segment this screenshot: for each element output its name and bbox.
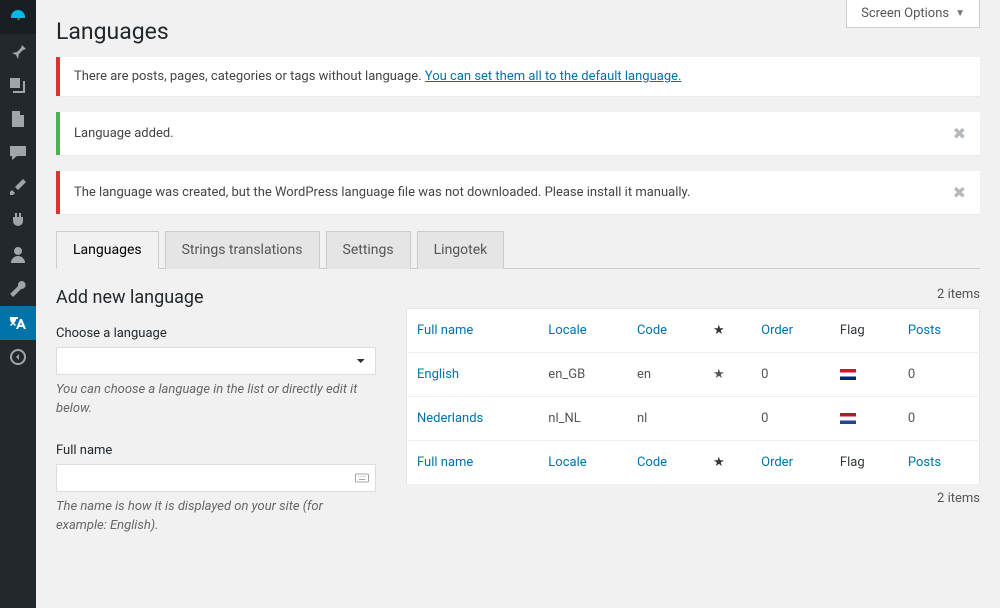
items-count-top: 2 items xyxy=(406,287,980,302)
cell-order: 0 xyxy=(751,397,830,441)
table-header-row: Full name Locale Code ★ Order Flag Posts xyxy=(407,309,980,353)
sidebar-languages[interactable] xyxy=(0,306,36,340)
form-heading: Add new language xyxy=(56,287,376,308)
admin-sidebar xyxy=(0,0,36,608)
choose-language-select[interactable] xyxy=(56,347,376,375)
tab-strings-translations[interactable]: Strings translations xyxy=(165,231,320,269)
table-footer-row: Full name Locale Code ★ Order Flag Posts xyxy=(407,441,980,485)
table-row: Nederlands nl_NL nl 0 0 xyxy=(407,397,980,441)
media-icon xyxy=(8,75,28,95)
translate-icon xyxy=(8,313,28,333)
cell-flag xyxy=(830,353,898,397)
brush-icon xyxy=(8,177,28,197)
user-icon xyxy=(8,245,28,265)
collapse-icon xyxy=(8,347,28,367)
sidebar-users[interactable] xyxy=(0,238,36,272)
flag-gb-icon xyxy=(840,369,856,380)
flag-nl-icon xyxy=(840,413,856,424)
cell-posts: 0 xyxy=(898,397,980,441)
notice-language-added: Language added. ✖ xyxy=(56,112,980,155)
tabs: Languages Strings translations Settings … xyxy=(56,230,980,269)
cell-fullname[interactable]: English xyxy=(407,353,539,397)
screen-options-label: Screen Options xyxy=(861,6,949,21)
col-code[interactable]: Code xyxy=(627,441,703,485)
sidebar-tools[interactable] xyxy=(0,272,36,306)
page-icon xyxy=(8,109,28,129)
fullname-label: Full name xyxy=(56,443,376,458)
col-flag: Flag xyxy=(830,309,898,353)
cell-locale: nl_NL xyxy=(538,397,627,441)
choose-language-label: Choose a language xyxy=(56,326,376,341)
tab-settings[interactable]: Settings xyxy=(326,231,411,269)
notice-text: There are posts, pages, categories or ta… xyxy=(74,69,681,84)
wrench-icon xyxy=(8,279,28,299)
sidebar-pages[interactable] xyxy=(0,102,36,136)
col-order[interactable]: Order xyxy=(751,441,830,485)
notice-text: The language was created, but the WordPr… xyxy=(74,185,690,200)
sidebar-plugins[interactable] xyxy=(0,204,36,238)
cell-default xyxy=(703,397,751,441)
dismiss-icon[interactable]: ✖ xyxy=(953,124,966,143)
sidebar-comments[interactable] xyxy=(0,136,36,170)
cell-default: ★ xyxy=(703,353,751,397)
col-code[interactable]: Code xyxy=(627,309,703,353)
sidebar-collapse[interactable] xyxy=(0,340,36,374)
cell-locale: en_GB xyxy=(538,353,627,397)
tab-lingotek[interactable]: Lingotek xyxy=(417,231,505,269)
col-default: ★ xyxy=(703,309,751,353)
cell-posts: 0 xyxy=(898,353,980,397)
cell-fullname[interactable]: Nederlands xyxy=(407,397,539,441)
table-row: English en_GB en ★ 0 0 xyxy=(407,353,980,397)
tab-languages[interactable]: Languages xyxy=(56,231,159,269)
comment-icon xyxy=(8,143,28,163)
main-content: Screen Options ▼ Languages There are pos… xyxy=(36,0,1000,608)
col-posts[interactable]: Posts xyxy=(898,309,980,353)
cell-code: en xyxy=(627,353,703,397)
sidebar-posts[interactable] xyxy=(0,34,36,68)
fullname-input[interactable] xyxy=(56,464,376,492)
pin-icon xyxy=(8,41,28,61)
notice-download-failed: The language was created, but the WordPr… xyxy=(56,171,980,214)
cell-flag xyxy=(830,397,898,441)
notice-no-language: There are posts, pages, categories or ta… xyxy=(56,57,980,96)
chevron-down-icon: ▼ xyxy=(955,8,965,19)
page-title: Languages xyxy=(56,0,980,57)
add-language-form: Add new language Choose a language You c… xyxy=(56,287,376,559)
sidebar-media[interactable] xyxy=(0,68,36,102)
languages-table: Full name Locale Code ★ Order Flag Posts… xyxy=(406,308,980,485)
cell-order: 0 xyxy=(751,353,830,397)
plug-icon xyxy=(8,211,28,231)
keyboard-icon xyxy=(354,470,370,486)
languages-table-wrap: 2 items Full name Locale Code ★ Order Fl… xyxy=(406,287,980,559)
sidebar-appearance[interactable] xyxy=(0,170,36,204)
items-count-bottom: 2 items xyxy=(406,491,980,506)
col-default: ★ xyxy=(703,441,751,485)
sidebar-dashboard[interactable] xyxy=(0,0,36,34)
dismiss-icon[interactable]: ✖ xyxy=(953,183,966,202)
col-fullname[interactable]: Full name xyxy=(407,441,539,485)
col-flag: Flag xyxy=(830,441,898,485)
cell-code: nl xyxy=(627,397,703,441)
choose-language-desc: You can choose a language in the list or… xyxy=(56,381,376,419)
col-posts[interactable]: Posts xyxy=(898,441,980,485)
col-order[interactable]: Order xyxy=(751,309,830,353)
notice-text: Language added. xyxy=(74,126,174,141)
gauge-icon xyxy=(8,7,28,27)
screen-options-toggle[interactable]: Screen Options ▼ xyxy=(846,0,980,28)
col-locale[interactable]: Locale xyxy=(538,441,627,485)
col-locale[interactable]: Locale xyxy=(538,309,627,353)
fullname-desc: The name is how it is displayed on your … xyxy=(56,498,376,536)
notice-link-default-language[interactable]: You can set them all to the default lang… xyxy=(425,69,682,84)
col-fullname[interactable]: Full name xyxy=(407,309,539,353)
